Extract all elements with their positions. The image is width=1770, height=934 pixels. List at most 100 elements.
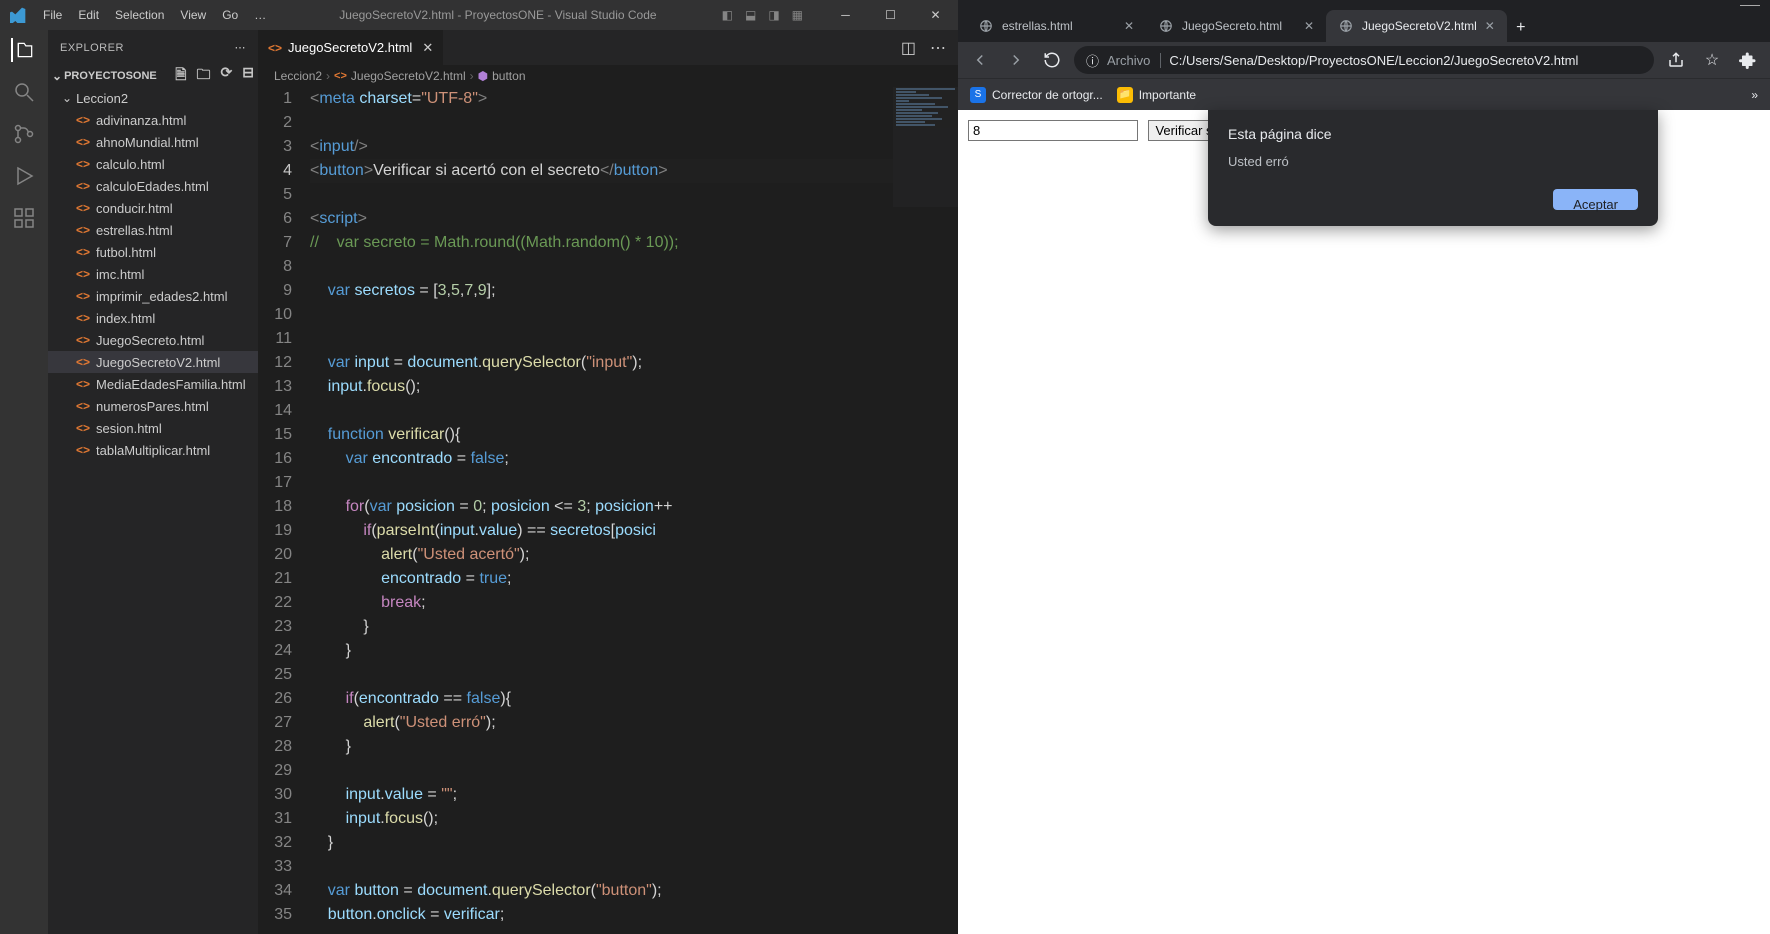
more-actions-icon[interactable]: ⋯: [930, 38, 946, 58]
explorer-title: EXPLORER: [60, 42, 124, 54]
breadcrumb-symbol[interactable]: button: [492, 69, 525, 83]
breadcrumb-folder[interactable]: Leccion2: [274, 69, 322, 83]
html-file-icon: <>: [76, 245, 90, 259]
menu-item[interactable]: Edit: [70, 8, 107, 22]
close-tab-icon[interactable]: ✕: [1485, 19, 1495, 33]
folder-row[interactable]: ⌄ Leccion2: [48, 87, 258, 109]
info-icon[interactable]: ⓘ: [1086, 51, 1099, 70]
browser-tab[interactable]: JuegoSecretoV2.html ✕: [1326, 10, 1507, 42]
file-row[interactable]: <>futbol.html: [48, 241, 258, 263]
minimap[interactable]: [893, 87, 958, 207]
panel-left-icon[interactable]: ◧: [722, 8, 733, 22]
js-alert-dialog: Esta página dice Usted erró Aceptar: [1208, 110, 1658, 226]
file-name: calculo.html: [96, 157, 165, 172]
editor-layout-icons[interactable]: ◧ ⬓ ◨ ▦: [722, 8, 803, 22]
close-button[interactable]: ✕: [913, 8, 958, 22]
bookmark-item[interactable]: 📁Importante: [1117, 87, 1196, 103]
explorer-sidebar: EXPLORER ⋯ ⌄ PROYECTOSONE 🗎 🗀 ⟳ ⊟ ⌄ Lecc…: [48, 30, 258, 934]
file-row[interactable]: <>tablaMultiplicar.html: [48, 439, 258, 461]
file-name: ahnoMundial.html: [96, 135, 199, 150]
source-control-icon[interactable]: [12, 122, 36, 146]
html-file-icon: <>: [334, 70, 347, 82]
run-debug-icon[interactable]: [12, 164, 36, 188]
file-name: numerosPares.html: [96, 399, 209, 414]
html-file-icon: <>: [76, 399, 90, 413]
file-name: JuegoSecreto.html: [96, 333, 204, 348]
close-tab-icon[interactable]: ✕: [1124, 19, 1134, 33]
collapse-icon[interactable]: ⊟: [242, 64, 254, 88]
file-row[interactable]: <>sesion.html: [48, 417, 258, 439]
extensions-puzzle-icon[interactable]: [1734, 46, 1762, 74]
window-title: JuegoSecretoV2.html - ProyectosONE - Vis…: [274, 8, 721, 22]
reload-button[interactable]: [1038, 46, 1066, 74]
bookmarks-bar: SCorrector de ortogr... 📁Importante »: [958, 78, 1770, 110]
minimize-button[interactable]: ─: [823, 8, 868, 22]
close-tab-icon[interactable]: ✕: [1304, 19, 1314, 33]
extensions-icon[interactable]: [12, 206, 36, 230]
file-row[interactable]: <>MediaEdadesFamilia.html: [48, 373, 258, 395]
file-row[interactable]: <> ahnoMundial.html: [48, 131, 258, 153]
menu-item[interactable]: …: [246, 8, 274, 22]
refresh-icon[interactable]: ⟳: [221, 64, 233, 88]
file-row[interactable]: <>conducir.html: [48, 197, 258, 219]
guess-input[interactable]: [968, 120, 1138, 141]
file-row[interactable]: <>JuegoSecretoV2.html: [48, 351, 258, 373]
menu-item[interactable]: Go: [214, 8, 246, 22]
browser-tab[interactable]: estrellas.html✕: [966, 10, 1146, 42]
breadcrumb-file[interactable]: JuegoSecretoV2.html: [351, 69, 466, 83]
close-tab-icon[interactable]: ✕: [422, 40, 433, 56]
html-file-icon: <>: [76, 443, 90, 457]
dialog-message: Usted erró: [1228, 154, 1638, 169]
share-icon[interactable]: [1662, 46, 1690, 74]
html-file-icon: <>: [268, 41, 282, 55]
file-row[interactable]: <>calculo.html: [48, 153, 258, 175]
new-tab-button[interactable]: +: [1507, 14, 1535, 42]
forward-button[interactable]: [1002, 46, 1030, 74]
file-row[interactable]: <>JuegoSecreto.html: [48, 329, 258, 351]
bookmark-item[interactable]: SCorrector de ortogr...: [970, 87, 1103, 103]
explorer-header: EXPLORER ⋯: [48, 30, 258, 65]
bookmark-star-icon[interactable]: ☆: [1698, 46, 1726, 74]
code-editor[interactable]: 1234567891011121314151617181920212223242…: [258, 87, 958, 934]
bookmarks-overflow-icon[interactable]: »: [1751, 88, 1758, 102]
layout-grid-icon[interactable]: ▦: [792, 8, 803, 22]
menu-item[interactable]: File: [35, 8, 70, 22]
vscode-window: FileEditSelectionViewGo… JuegoSecretoV2.…: [0, 0, 958, 934]
new-file-icon[interactable]: 🗎: [175, 64, 186, 88]
file-row[interactable]: <>index.html: [48, 307, 258, 329]
new-folder-icon[interactable]: 🗀: [197, 64, 211, 88]
breadcrumbs[interactable]: Leccion2 › <> JuegoSecretoV2.html › ⬢ bu…: [258, 65, 958, 87]
minimize-icon[interactable]: [1740, 3, 1760, 6]
file-row[interactable]: <>calculoEdades.html: [48, 175, 258, 197]
html-file-icon: <>: [76, 135, 90, 149]
back-button[interactable]: [966, 46, 994, 74]
dialog-accept-button[interactable]: Aceptar: [1553, 189, 1638, 210]
search-icon[interactable]: [12, 80, 36, 104]
chevron-down-icon: ⌄: [52, 69, 62, 83]
file-row[interactable]: <>adivinanza.html: [48, 109, 258, 131]
explorer-icon[interactable]: [11, 38, 35, 62]
explorer-more-icon[interactable]: ⋯: [235, 41, 247, 54]
split-editor-icon[interactable]: ◫: [901, 38, 916, 58]
file-name: estrellas.html: [96, 223, 173, 238]
panel-bottom-icon[interactable]: ⬓: [745, 8, 756, 22]
file-name: MediaEdadesFamilia.html: [96, 377, 246, 392]
maximize-button[interactable]: ☐: [868, 8, 913, 22]
bookmark-label: Importante: [1139, 88, 1196, 102]
editor-tab[interactable]: <> JuegoSecretoV2.html ✕: [258, 30, 444, 65]
project-header[interactable]: ⌄ PROYECTOSONE 🗎 🗀 ⟳ ⊟: [48, 65, 258, 87]
address-bar[interactable]: ⓘ Archivo C:/Users/Sena/Desktop/Proyecto…: [1074, 46, 1654, 74]
file-row[interactable]: <>imprimir_edades2.html: [48, 285, 258, 307]
panel-right-icon[interactable]: ◨: [768, 8, 779, 22]
folder-name: Leccion2: [76, 91, 128, 106]
menu-item[interactable]: Selection: [107, 8, 172, 22]
file-name: adivinanza.html: [96, 113, 186, 128]
tab-label: JuegoSecretoV2.html: [1362, 19, 1477, 33]
file-row[interactable]: <> numerosPares.html: [48, 395, 258, 417]
html-file-icon: <>: [76, 311, 90, 325]
browser-tab[interactable]: JuegoSecreto.html✕: [1146, 10, 1326, 42]
file-row[interactable]: <>estrellas.html: [48, 219, 258, 241]
html-file-icon: <>: [76, 289, 90, 303]
menu-item[interactable]: View: [172, 8, 214, 22]
file-row[interactable]: <>imc.html: [48, 263, 258, 285]
